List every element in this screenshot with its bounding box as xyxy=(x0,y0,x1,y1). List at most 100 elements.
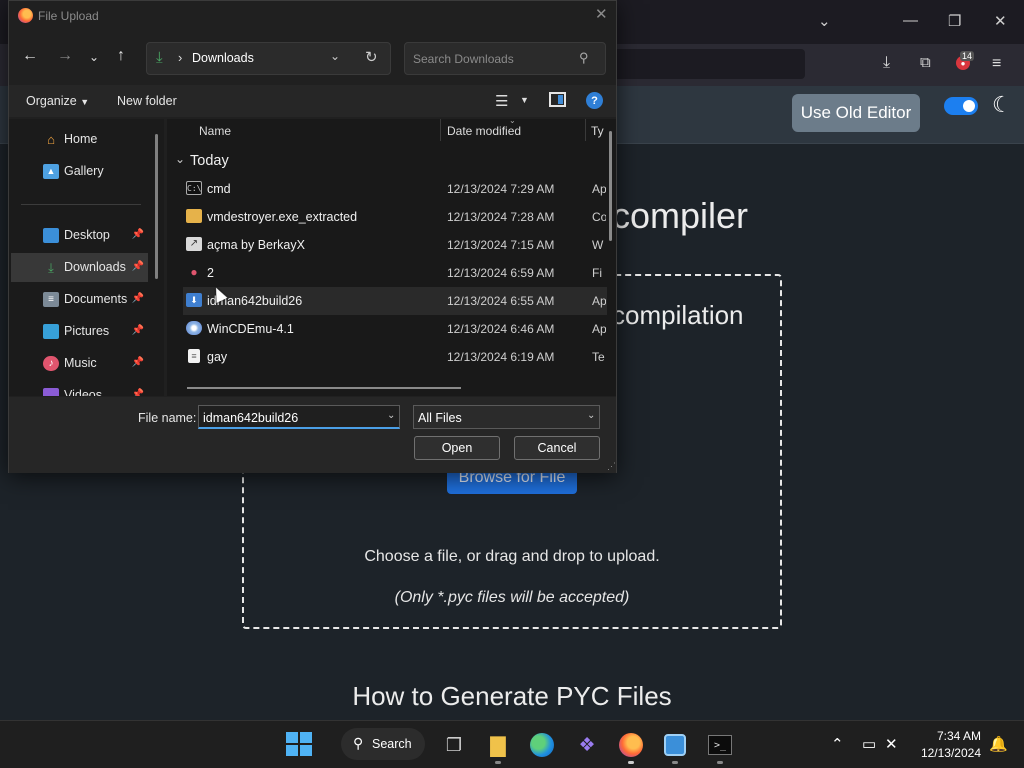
menu-icon[interactable]: ≡ xyxy=(992,55,1001,73)
file-explorer-icon[interactable]: ▇ xyxy=(483,730,513,764)
theme-toggle[interactable] xyxy=(944,97,978,115)
forward-arrow-icon[interactable]: → xyxy=(57,47,73,65)
pin-icon[interactable]: 📌 xyxy=(132,389,144,396)
dropzone-hint: Choose a file, or drag and drop to uploa… xyxy=(364,548,660,565)
extension-app-icon[interactable]: ❖ xyxy=(572,730,602,760)
app-window-icon[interactable] xyxy=(660,730,690,764)
view-caret-icon[interactable]: ▼ xyxy=(520,95,529,105)
column-header-type[interactable]: Ty xyxy=(591,124,604,138)
cancel-button[interactable]: Cancel xyxy=(514,436,600,460)
pin-icon[interactable]: 📌 xyxy=(132,325,144,336)
file-row[interactable]: ● 2 12/13/2024 6:59 AM Fi xyxy=(183,259,607,287)
chevron-down-icon[interactable]: ⌄ xyxy=(587,410,595,421)
file-row[interactable]: C:\ cmd 12/13/2024 7:29 AM Ap xyxy=(183,175,607,203)
recent-locations-chevron-icon[interactable]: ⌄ xyxy=(89,50,99,64)
pin-icon[interactable]: 📌 xyxy=(132,261,144,272)
help-icon[interactable]: ? xyxy=(586,92,603,109)
pin-icon[interactable]: 📌 xyxy=(132,357,144,368)
resize-grip-icon[interactable]: ⋰ xyxy=(607,461,616,472)
refresh-icon[interactable]: ↻ xyxy=(365,48,378,66)
file-row[interactable]: ↗ açma by BerkayX 12/13/2024 7:15 AM W xyxy=(183,231,607,259)
extensions-icon[interactable]: ⧉ xyxy=(920,54,931,71)
open-button[interactable]: Open xyxy=(414,436,500,460)
url-bar[interactable] xyxy=(600,49,805,79)
file-row[interactable]: WinCDEmu-4.1 12/13/2024 6:46 AM Ap xyxy=(183,315,607,343)
sidebar-item-home[interactable]: ⌂ Home xyxy=(11,125,148,154)
home-icon: ⌂ xyxy=(47,132,55,147)
file-date: 12/13/2024 7:29 AM xyxy=(447,182,555,196)
downloads-icon[interactable]: ⤓ xyxy=(883,54,890,72)
preview-pane-icon[interactable] xyxy=(549,92,566,107)
clock-date[interactable]: 12/13/2024 xyxy=(912,746,981,760)
chevron-down-icon[interactable]: ⌄ xyxy=(387,410,395,421)
pictures-icon xyxy=(43,324,59,339)
sidebar-item-pictures[interactable]: Pictures 📌 xyxy=(11,317,148,346)
restore-icon[interactable]: ❐ xyxy=(948,12,961,30)
organize-menu[interactable]: Organize ▼ xyxy=(26,94,89,108)
firefox-icon[interactable] xyxy=(616,730,646,764)
taskbar-search-label: Search xyxy=(372,737,412,751)
column-header-date[interactable]: Date modified xyxy=(447,124,521,138)
sidebar-item-videos[interactable]: Videos 📌 xyxy=(11,381,148,396)
group-label[interactable]: Today xyxy=(190,153,229,169)
sidebar-item-desktop[interactable]: Desktop 📌 xyxy=(11,221,148,250)
back-arrow-icon[interactable]: ← xyxy=(22,47,38,65)
search-box[interactable]: Search Downloads ⚲ xyxy=(404,42,606,75)
file-type: W xyxy=(592,238,604,252)
address-bar[interactable]: ⤓ › Downloads ⌄ ↻ xyxy=(146,42,391,75)
generate-pyc-heading: How to Generate PYC Files xyxy=(352,681,672,711)
tab-list-chevron-icon[interactable]: ⌄ xyxy=(818,12,831,30)
column-divider[interactable] xyxy=(440,119,441,141)
file-name-value[interactable]: idman642build26 xyxy=(203,411,298,425)
use-old-editor-button[interactable]: Use Old Editor xyxy=(792,94,920,132)
moon-icon[interactable]: ☾ xyxy=(992,92,1012,118)
network-icon[interactable]: ▭ xyxy=(862,735,876,753)
group-collapse-icon[interactable]: ⌄ xyxy=(175,152,185,166)
column-divider[interactable] xyxy=(585,119,586,141)
volume-muted-icon[interactable]: ✕ xyxy=(885,735,898,753)
file-name-field[interactable]: idman642build26 ⌄ xyxy=(198,405,400,429)
file-name-label: File name: xyxy=(138,411,197,425)
file-row[interactable]: ⬇ idman642build26 12/13/2024 6:55 AM Ap xyxy=(183,287,607,315)
breadcrumb-separator-icon: › xyxy=(178,50,183,65)
search-icon[interactable]: ⚲ xyxy=(579,50,589,66)
sidebar-item-music[interactable]: ♪ Music 📌 xyxy=(11,349,148,378)
file-row[interactable]: vmdestroyer.exe_extracted 12/13/2024 7:2… xyxy=(183,203,607,231)
minimize-icon[interactable]: — xyxy=(903,12,918,29)
close-window-icon[interactable]: ✕ xyxy=(994,12,1007,30)
terminal-icon[interactable]: >_ xyxy=(705,730,735,764)
sidebar-scrollbar[interactable] xyxy=(155,134,158,279)
file-type-select[interactable]: All Files ⌄ xyxy=(413,405,600,429)
installer-icon: ⬇ xyxy=(186,293,202,307)
new-folder-button[interactable]: New folder xyxy=(117,94,177,108)
sidebar-item-gallery[interactable]: ▲ Gallery xyxy=(11,157,148,186)
chevron-up-icon[interactable]: ⌃ xyxy=(831,735,844,753)
up-arrow-icon[interactable]: ↑ xyxy=(117,47,125,65)
task-view-icon[interactable]: ❐ xyxy=(439,730,469,760)
sidebar-item-label: Music xyxy=(64,356,97,370)
address-dropdown-icon[interactable]: ⌄ xyxy=(330,49,340,63)
view-options-icon[interactable]: ☰ xyxy=(495,92,508,110)
file-list-vertical-scrollbar[interactable] xyxy=(609,131,612,241)
sidebar-item-documents[interactable]: ≡ Documents 📌 xyxy=(11,285,148,314)
taskbar-search[interactable]: ⚲ Search xyxy=(341,728,425,760)
column-header-name[interactable]: Name xyxy=(199,124,231,138)
file-list-horizontal-scrollbar[interactable] xyxy=(187,387,461,389)
start-icon[interactable] xyxy=(286,732,314,758)
pin-icon[interactable]: 📌 xyxy=(132,293,144,304)
organize-caret-icon: ▼ xyxy=(80,97,90,107)
edge-icon[interactable] xyxy=(527,730,557,760)
page-heading: compiler xyxy=(612,195,749,236)
close-icon[interactable]: ✕ xyxy=(595,5,608,23)
notification-bell-icon[interactable]: 🔔 xyxy=(989,735,1008,753)
taskbar: ⚲ Search ❐ ▇ ❖ >_ ⌃ ▭ ✕ 7:34 AM 12/13/20… xyxy=(0,720,1024,768)
sidebar-item-downloads[interactable]: ⤓ Downloads 📌 xyxy=(11,253,148,282)
file-list[interactable]: Name Date modified Ty ⌄ ⌄ Today C:\ cmd … xyxy=(167,119,616,396)
pin-icon[interactable]: 📌 xyxy=(132,229,144,240)
navigation-pane[interactable]: ⌂ Home ▲ Gallery Desktop 📌 ⤓ Downloads 📌… xyxy=(9,119,164,396)
sidebar-item-label: Documents xyxy=(64,292,128,306)
file-date: 12/13/2024 7:15 AM xyxy=(447,238,555,252)
file-row[interactable]: ≡ gay 12/13/2024 6:19 AM Te xyxy=(183,343,607,371)
clock-time[interactable]: 7:34 AM xyxy=(932,729,981,743)
dialog-title: File Upload xyxy=(38,9,99,23)
